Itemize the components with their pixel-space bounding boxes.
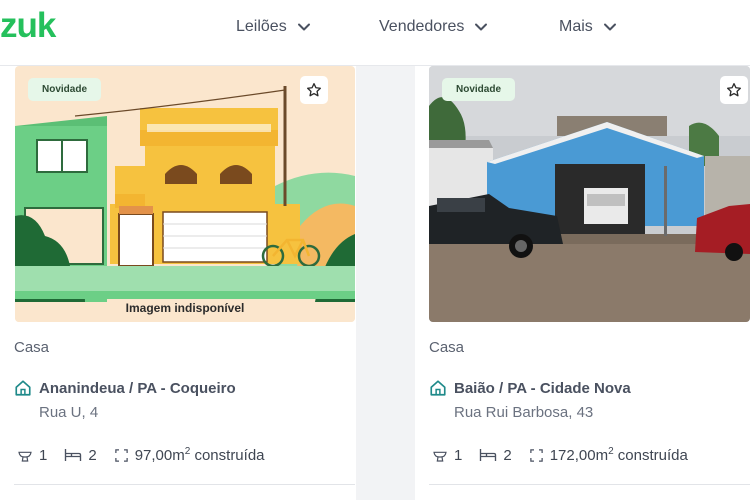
star-icon	[307, 83, 321, 97]
nav-vendedores[interactable]: Vendedores	[379, 18, 488, 36]
area-icon	[114, 448, 128, 462]
favorite-button[interactable]	[720, 76, 748, 104]
property-street: Rua U, 4	[39, 404, 99, 421]
property-type: Casa	[429, 339, 465, 356]
bathrooms-count: 1	[39, 446, 48, 464]
property-specs: 1 2 97,00m2 construída	[17, 446, 282, 464]
bedrooms-spec: 2	[64, 446, 97, 464]
toilet-icon	[433, 451, 447, 462]
bed-icon	[65, 449, 82, 461]
chevron-down-icon	[474, 20, 488, 34]
property-city: Ananindeua / PA - Coqueiro	[39, 379, 236, 397]
property-city: Baião / PA - Cidade Nova	[454, 379, 631, 397]
property-card[interactable]: Novidade Imagem indisponível Casa Ananin…	[0, 66, 356, 500]
toilet-icon	[18, 451, 32, 462]
bathrooms-spec: 1	[432, 447, 462, 464]
property-location[interactable]: Ananindeua / PA - Coqueiro	[14, 379, 236, 397]
bed-icon	[480, 449, 497, 461]
nav-leiloes-label: Leilões	[236, 18, 287, 35]
nav-mais[interactable]: Mais	[559, 18, 617, 36]
chevron-down-icon	[603, 20, 617, 34]
new-badge: Novidade	[442, 78, 516, 101]
bathrooms-count: 1	[454, 446, 463, 464]
area-value: 97,00m2 construída	[134, 446, 265, 464]
image-unavailable-caption: Imagem indisponível	[125, 301, 245, 315]
property-card[interactable]: Novidade Casa Baião / PA - Cidade Nova R…	[415, 66, 750, 500]
star-icon	[727, 83, 741, 97]
nav-mais-label: Mais	[559, 18, 593, 35]
bedrooms-spec: 2	[479, 446, 512, 464]
property-type: Casa	[14, 339, 50, 356]
nav-vendedores-label: Vendedores	[379, 18, 465, 35]
favorite-button[interactable]	[300, 76, 328, 104]
card-divider	[429, 484, 750, 485]
property-location[interactable]: Baião / PA - Cidade Nova	[429, 379, 631, 397]
bedrooms-count: 2	[503, 446, 512, 464]
zuk-logo[interactable]: zuk	[0, 6, 56, 46]
property-photo[interactable]: Novidade	[429, 66, 750, 322]
property-street: Rua Rui Barbosa, 43	[454, 404, 594, 421]
property-specs: 1 2 172,00m2 construída	[432, 446, 705, 464]
area-icon	[529, 448, 543, 462]
new-badge: Novidade	[28, 78, 102, 101]
top-header: zuk Leilões Vendedores Mais	[0, 0, 750, 66]
bathrooms-spec: 1	[17, 447, 47, 464]
nav-leiloes[interactable]: Leilões	[236, 18, 311, 36]
home-icon	[430, 380, 446, 396]
area-spec: 97,00m2 construída	[114, 446, 265, 464]
card-divider	[14, 484, 355, 485]
bedrooms-count: 2	[88, 446, 97, 464]
chevron-down-icon	[297, 20, 311, 34]
property-illustration[interactable]: Novidade Imagem indisponível	[15, 66, 355, 322]
area-value: 172,00m2 construída	[549, 446, 688, 464]
home-icon	[15, 380, 31, 396]
area-spec: 172,00m2 construída	[529, 446, 688, 464]
